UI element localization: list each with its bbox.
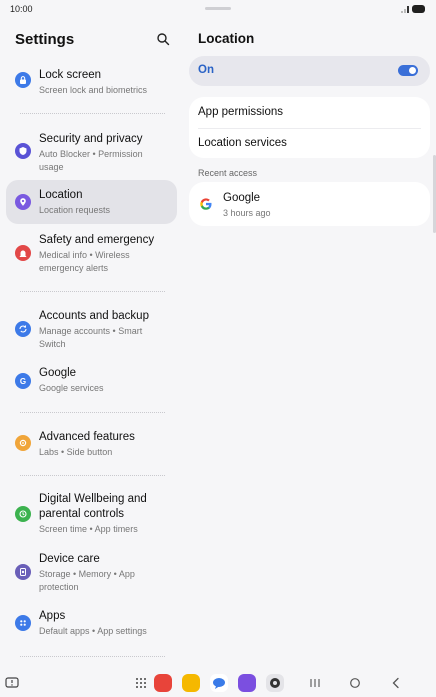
item-title: Safety and emergency: [39, 234, 155, 246]
feedback-icon[interactable]: [3, 674, 21, 692]
recent-app-name: Google: [223, 192, 261, 204]
item-title: Apps: [39, 610, 66, 622]
settings-item-apps[interactable]: Apps Default apps • App settings: [6, 605, 177, 645]
settings-item-digital-wellbeing[interactable]: Digital Wellbeing and parental controls …: [6, 488, 177, 544]
item-title: Location: [39, 189, 83, 201]
settings-item-google[interactable]: G Google Google services: [6, 362, 177, 402]
signal-icon: [401, 6, 409, 13]
recent-access-item-google[interactable]: Google 3 hours ago: [189, 182, 430, 226]
divider: [20, 291, 165, 292]
app-drawer-icon[interactable]: [132, 674, 150, 692]
recent-access-header: Recent access: [198, 168, 258, 178]
item-subtitle: Manage accounts • Smart Switch: [39, 326, 143, 349]
svg-text:G: G: [20, 377, 26, 386]
item-title: Lock screen: [39, 69, 102, 81]
apps-grid-icon: [15, 615, 31, 631]
search-icon[interactable]: [156, 32, 170, 46]
settings-item-device-care[interactable]: Device care Storage • Memory • App prote…: [6, 549, 177, 601]
item-title: Security and privacy: [39, 133, 143, 145]
device-care-icon: [15, 564, 31, 580]
emergency-icon: [15, 245, 31, 261]
item-subtitle: Storage • Memory • App protection: [39, 569, 135, 592]
item-title: Device care: [39, 553, 100, 565]
settings-item-safety-emergency[interactable]: Safety and emergency Medical info • Wire…: [6, 229, 177, 281]
settings-item-advanced-features[interactable]: Advanced features Labs • Side button: [6, 424, 177, 464]
switch-label: On: [198, 64, 214, 76]
google-g-icon: [199, 197, 213, 211]
location-panel: Location On App permissions Location ser…: [183, 20, 436, 670]
location-title: Location: [198, 31, 255, 46]
item-subtitle: Screen lock and biometrics: [39, 85, 148, 95]
divider: [20, 656, 165, 657]
status-bar: 10:00: [0, 0, 436, 20]
settings-item-security-privacy[interactable]: Security and privacy Auto Blocker • Perm…: [6, 124, 177, 176]
shield-icon: [15, 143, 31, 159]
settings-item-accounts-backup[interactable]: Accounts and backup Manage accounts • Sm…: [6, 302, 177, 354]
sync-icon: [15, 321, 31, 337]
notes-app-icon[interactable]: [182, 674, 200, 692]
settings-title: Settings: [15, 31, 75, 48]
location-toggle[interactable]: [398, 65, 418, 76]
divider: [198, 128, 421, 129]
recent-apps-icon[interactable]: [306, 674, 324, 692]
internet-app-icon[interactable]: [238, 674, 256, 692]
status-time: 10:00: [10, 4, 33, 14]
location-pin-icon: [15, 194, 31, 210]
item-title: Digital Wellbeing and parental controls: [39, 493, 147, 520]
back-icon[interactable]: [387, 674, 405, 692]
divider: [20, 113, 165, 114]
item-title: Advanced features: [39, 431, 135, 443]
item-subtitle: Default apps • App settings: [39, 626, 147, 636]
wellbeing-icon: [15, 506, 31, 522]
location-services-link[interactable]: Location services: [198, 137, 287, 149]
divider: [20, 475, 165, 476]
item-title: Accounts and backup: [39, 310, 149, 322]
recent-app-time: 3 hours ago: [223, 208, 271, 218]
drag-handle[interactable]: [205, 7, 231, 10]
item-subtitle: Auto Blocker • Permission usage: [39, 149, 143, 172]
home-icon[interactable]: [346, 674, 364, 692]
location-master-switch[interactable]: On: [189, 56, 430, 86]
item-subtitle: Location requests: [39, 205, 111, 215]
item-subtitle: Screen time • App timers: [39, 524, 138, 534]
messages-app-icon[interactable]: [210, 674, 228, 692]
item-subtitle: Google services: [39, 383, 104, 393]
item-subtitle: Medical info • Wireless emergency alerts: [39, 250, 130, 273]
battery-icon: [412, 5, 425, 13]
settings-item-location[interactable]: Location Location requests: [6, 180, 177, 224]
item-subtitle: Labs • Side button: [39, 447, 113, 457]
camera-app-icon[interactable]: [266, 674, 284, 692]
app-permissions-link[interactable]: App permissions: [198, 106, 283, 118]
navigation-bar: [0, 670, 436, 697]
star-gear-icon: [15, 435, 31, 451]
toggle-knob: [409, 67, 416, 74]
location-options-card: App permissions Location services: [189, 97, 430, 158]
google-icon: G: [15, 373, 31, 389]
item-title: Google: [39, 367, 77, 379]
divider: [20, 412, 165, 413]
red-app-icon[interactable]: [154, 674, 172, 692]
lock-icon: [15, 72, 31, 88]
settings-item-lock-screen[interactable]: Lock screen Screen lock and biometrics: [6, 61, 177, 101]
settings-panel: Settings Lock screen Screen lock and bio…: [0, 20, 183, 670]
